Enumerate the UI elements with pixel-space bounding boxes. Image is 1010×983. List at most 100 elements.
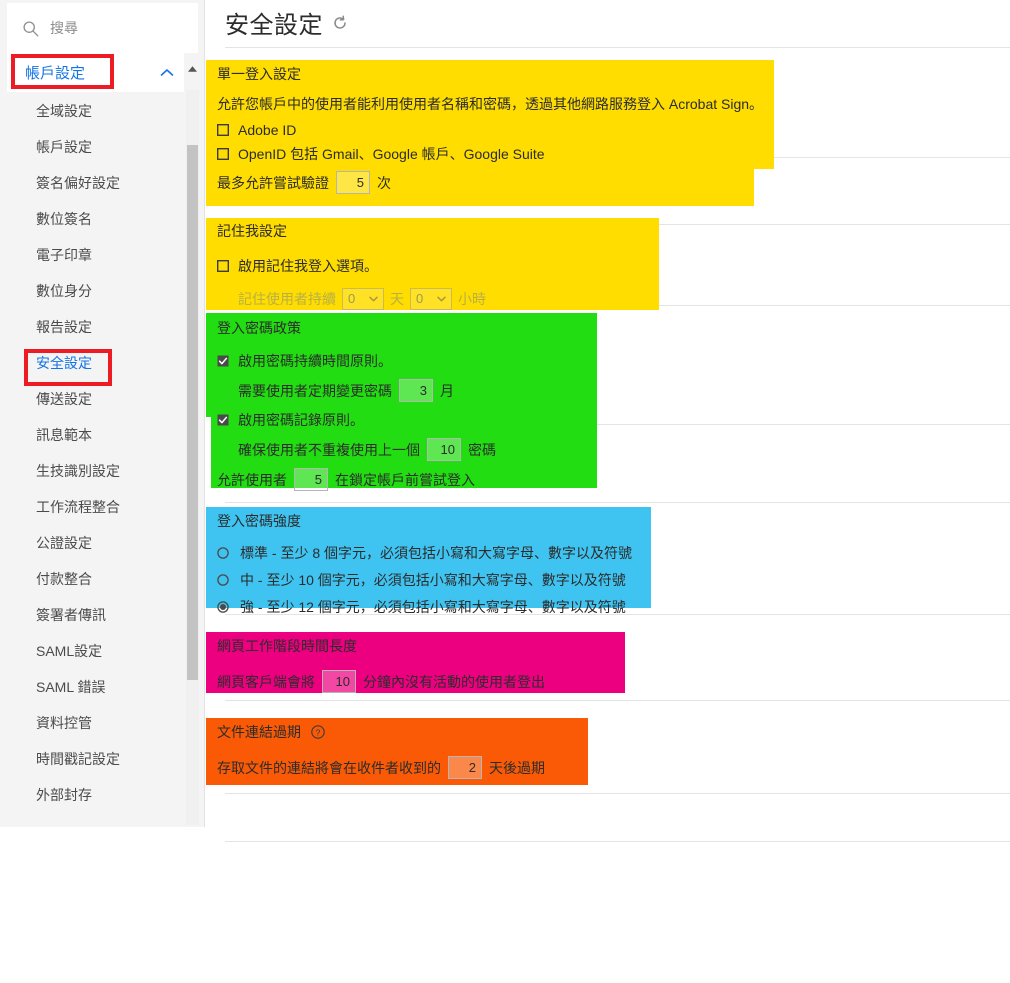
sidebar-item-label: 全域設定 (36, 103, 92, 119)
checkbox-unchecked-icon[interactable] (217, 260, 229, 272)
section-doc-link-expiry: 文件連結過期 ? 存取文件的連結將會在收件者收到的 2 天後過期 (217, 722, 607, 779)
sidebar-item-label: SAML設定 (36, 643, 103, 659)
doc-link-row: 存取文件的連結將會在收件者收到的 2 天後過期 (217, 756, 607, 779)
sso-title: 單一登入設定 (217, 66, 301, 82)
web-session-suffix: 分鐘內沒有活動的使用者登出 (363, 673, 545, 690)
remember-me-duration-row: 記住使用者持續 0 天 0 小時 (217, 288, 667, 310)
sso-attempts-input[interactable]: 5 (336, 171, 370, 194)
sidebar-item-label: 外部封存 (36, 787, 92, 803)
checkbox-checked-icon[interactable] (217, 414, 229, 426)
password-lockout-input[interactable]: 5 (294, 468, 328, 491)
password-change-input[interactable]: 3 (399, 379, 433, 402)
checkbox-unchecked-icon[interactable] (217, 124, 229, 136)
web-session-input[interactable]: 10 (322, 670, 356, 693)
password-history-rule-label: 啟用密碼記錄原則。 (238, 412, 364, 428)
radio-unselected-icon[interactable] (217, 547, 229, 559)
sso-checkbox-adobe-id[interactable]: Adobe ID (217, 119, 777, 141)
sidebar-item-label: 報告設定 (36, 319, 92, 335)
sidebar-item-digital-signature[interactable]: 數位簽名 (7, 201, 184, 237)
password-change-prefix: 需要使用者定期變更密碼 (238, 382, 392, 399)
sidebar-item-workflow-integration[interactable]: 工作流程整合 (7, 489, 184, 525)
sidebar-item-message-templates[interactable]: 訊息範本 (7, 417, 184, 453)
sidebar-item-label: 傳送設定 (36, 391, 92, 407)
sso-attempts-prefix: 最多允許嘗試驗證 (217, 174, 329, 191)
remember-me-hours-value: 0 (416, 291, 424, 306)
sidebar-item-label: 付款整合 (36, 571, 92, 587)
refresh-icon[interactable] (332, 15, 348, 31)
sidebar-item-security-settings[interactable]: 安全設定 (7, 345, 184, 381)
chevron-down-icon (369, 296, 378, 302)
password-strength-title: 登入密碼強度 (217, 513, 301, 529)
sidebar-item-signer-messaging[interactable]: 簽署者傳訊 (7, 597, 184, 633)
sidebar-group-account-settings[interactable]: 帳戶設定 (7, 53, 184, 92)
section-divider (225, 47, 1010, 48)
sidebar-item-digital-identity[interactable]: 數位身分 (7, 273, 184, 309)
page-title: 安全設定 (225, 12, 323, 39)
sidebar-item-send-settings[interactable]: 傳送設定 (7, 381, 184, 417)
doc-link-input[interactable]: 2 (448, 756, 482, 779)
web-session-prefix: 網頁客戶端會將 (217, 673, 315, 690)
checkbox-checked-icon[interactable] (217, 355, 229, 367)
sidebar-item-timestamp-settings[interactable]: 時間戳記設定 (7, 741, 184, 777)
sidebar-item-account-settings[interactable]: 帳戶設定 (7, 129, 184, 165)
sidebar-item-external-archive[interactable]: 外部封存 (7, 777, 184, 813)
chevron-up-icon[interactable] (160, 68, 174, 77)
password-strength-option-label: 強 - 至少 12 個字元，必須包括小寫和大寫字母、數字以及符號 (240, 599, 626, 615)
search-box[interactable] (7, 3, 198, 53)
sidebar-item-label: 時間戳記設定 (36, 751, 120, 767)
search-input[interactable] (48, 19, 188, 37)
section-sso: 單一登入設定 允許您帳戶中的使用者能利用使用者名稱和密碼，透過其他網路服務登入 … (217, 64, 777, 194)
sidebar-item-data-governance[interactable]: 資料控管 (7, 705, 184, 741)
password-strength-option-standard[interactable]: 標準 - 至少 8 個字元，必須包括小寫和大寫字母、數字以及符號 (217, 542, 667, 564)
web-session-row: 網頁客戶端會將 10 分鐘內沒有活動的使用者登出 (217, 670, 637, 693)
sidebar-scrollbar-thumb[interactable] (187, 145, 198, 680)
password-change-row: 需要使用者定期變更密碼 3 月 (217, 379, 617, 402)
sidebar-item-global-settings[interactable]: 全域設定 (7, 93, 184, 129)
sidebar-item-label: SAML 錯誤 (36, 679, 106, 695)
checkbox-unchecked-icon[interactable] (217, 148, 229, 160)
doc-link-title: 文件連結過期 (217, 724, 301, 740)
remember-me-enable-row[interactable]: 啟用記住我登入選項。 (217, 255, 667, 277)
password-strength-option-strong[interactable]: 強 - 至少 12 個字元，必須包括小寫和大寫字母、數字以及符號 (217, 596, 667, 618)
section-password-strength: 登入密碼強度 標準 - 至少 8 個字元，必須包括小寫和大寫字母、數字以及符號 … (217, 511, 667, 618)
sidebar-item-saml-errors[interactable]: SAML 錯誤 (7, 669, 184, 705)
sidebar-nav-list: 全域設定 帳戶設定 簽名偏好設定 數位簽名 電子印章 數位身分 報告設定 安全設… (7, 93, 184, 825)
sidebar-group-label: 帳戶設定 (25, 65, 86, 82)
password-strength-option-medium[interactable]: 中 - 至少 10 個字元，必須包括小寫和大寫字母、數字以及符號 (217, 569, 667, 591)
radio-unselected-icon[interactable] (217, 574, 229, 586)
security-settings-page: 帳戶設定 全域設定 帳戶設定 簽名偏好設定 數位簽名 電子印章 數位身分 報告設… (0, 0, 1010, 983)
sidebar-item-report-settings[interactable]: 報告設定 (7, 309, 184, 345)
sidebar-item-payment-integration[interactable]: 付款整合 (7, 561, 184, 597)
remember-me-duration-prefix: 記住使用者持續 (238, 291, 336, 307)
radio-selected-icon[interactable] (217, 601, 229, 613)
sidebar-item-label: 訊息範本 (36, 427, 92, 443)
sso-checkbox-openid[interactable]: OpenID 包括 Gmail、Google 帳戶、Google Suite (217, 143, 777, 165)
sidebar-item-biometric-settings[interactable]: 生技識別設定 (7, 453, 184, 489)
remember-me-days-select[interactable]: 0 (342, 288, 384, 310)
sidebar-item-signature-preferences[interactable]: 簽名偏好設定 (7, 165, 184, 201)
sidebar-item-notary-settings[interactable]: 公證設定 (7, 525, 184, 561)
sso-attempts-suffix: 次 (377, 174, 391, 191)
section-divider (225, 700, 1010, 701)
remember-me-hours-select[interactable]: 0 (410, 288, 452, 310)
scroll-up-arrow-icon[interactable] (186, 62, 199, 76)
section-divider (225, 841, 1010, 842)
sidebar-item-saml-settings[interactable]: SAML設定 (7, 633, 184, 669)
password-duration-rule-row[interactable]: 啟用密碼持續時間原則。 (217, 350, 617, 372)
web-session-title: 網頁工作階段時間長度 (217, 638, 357, 654)
sidebar-item-label: 電子印章 (36, 247, 92, 263)
help-circle-icon[interactable]: ? (311, 725, 325, 739)
password-history-prefix: 確保使用者不重複使用上一個 (238, 441, 420, 458)
sidebar-item-electronic-seal[interactable]: 電子印章 (7, 237, 184, 273)
sidebar-item-label: 生技識別設定 (36, 463, 120, 479)
password-lockout-prefix: 允許使用者 (217, 471, 287, 488)
svg-text:?: ? (316, 727, 321, 737)
sidebar-item-label: 數位身分 (36, 283, 92, 299)
password-history-input[interactable]: 10 (427, 438, 461, 461)
sso-attempts-row: 最多允許嘗試驗證 5 次 (217, 171, 777, 194)
doc-link-prefix: 存取文件的連結將會在收件者收到的 (217, 759, 441, 776)
sidebar-item-label: 工作流程整合 (36, 499, 120, 515)
password-history-rule-row[interactable]: 啟用密碼記錄原則。 (217, 409, 617, 431)
password-strength-option-label: 中 - 至少 10 個字元，必須包括小寫和大寫字母、數字以及符號 (240, 572, 626, 588)
section-remember-me: 記住我設定 啟用記住我登入選項。 記住使用者持續 0 天 0 小時 (217, 221, 667, 310)
